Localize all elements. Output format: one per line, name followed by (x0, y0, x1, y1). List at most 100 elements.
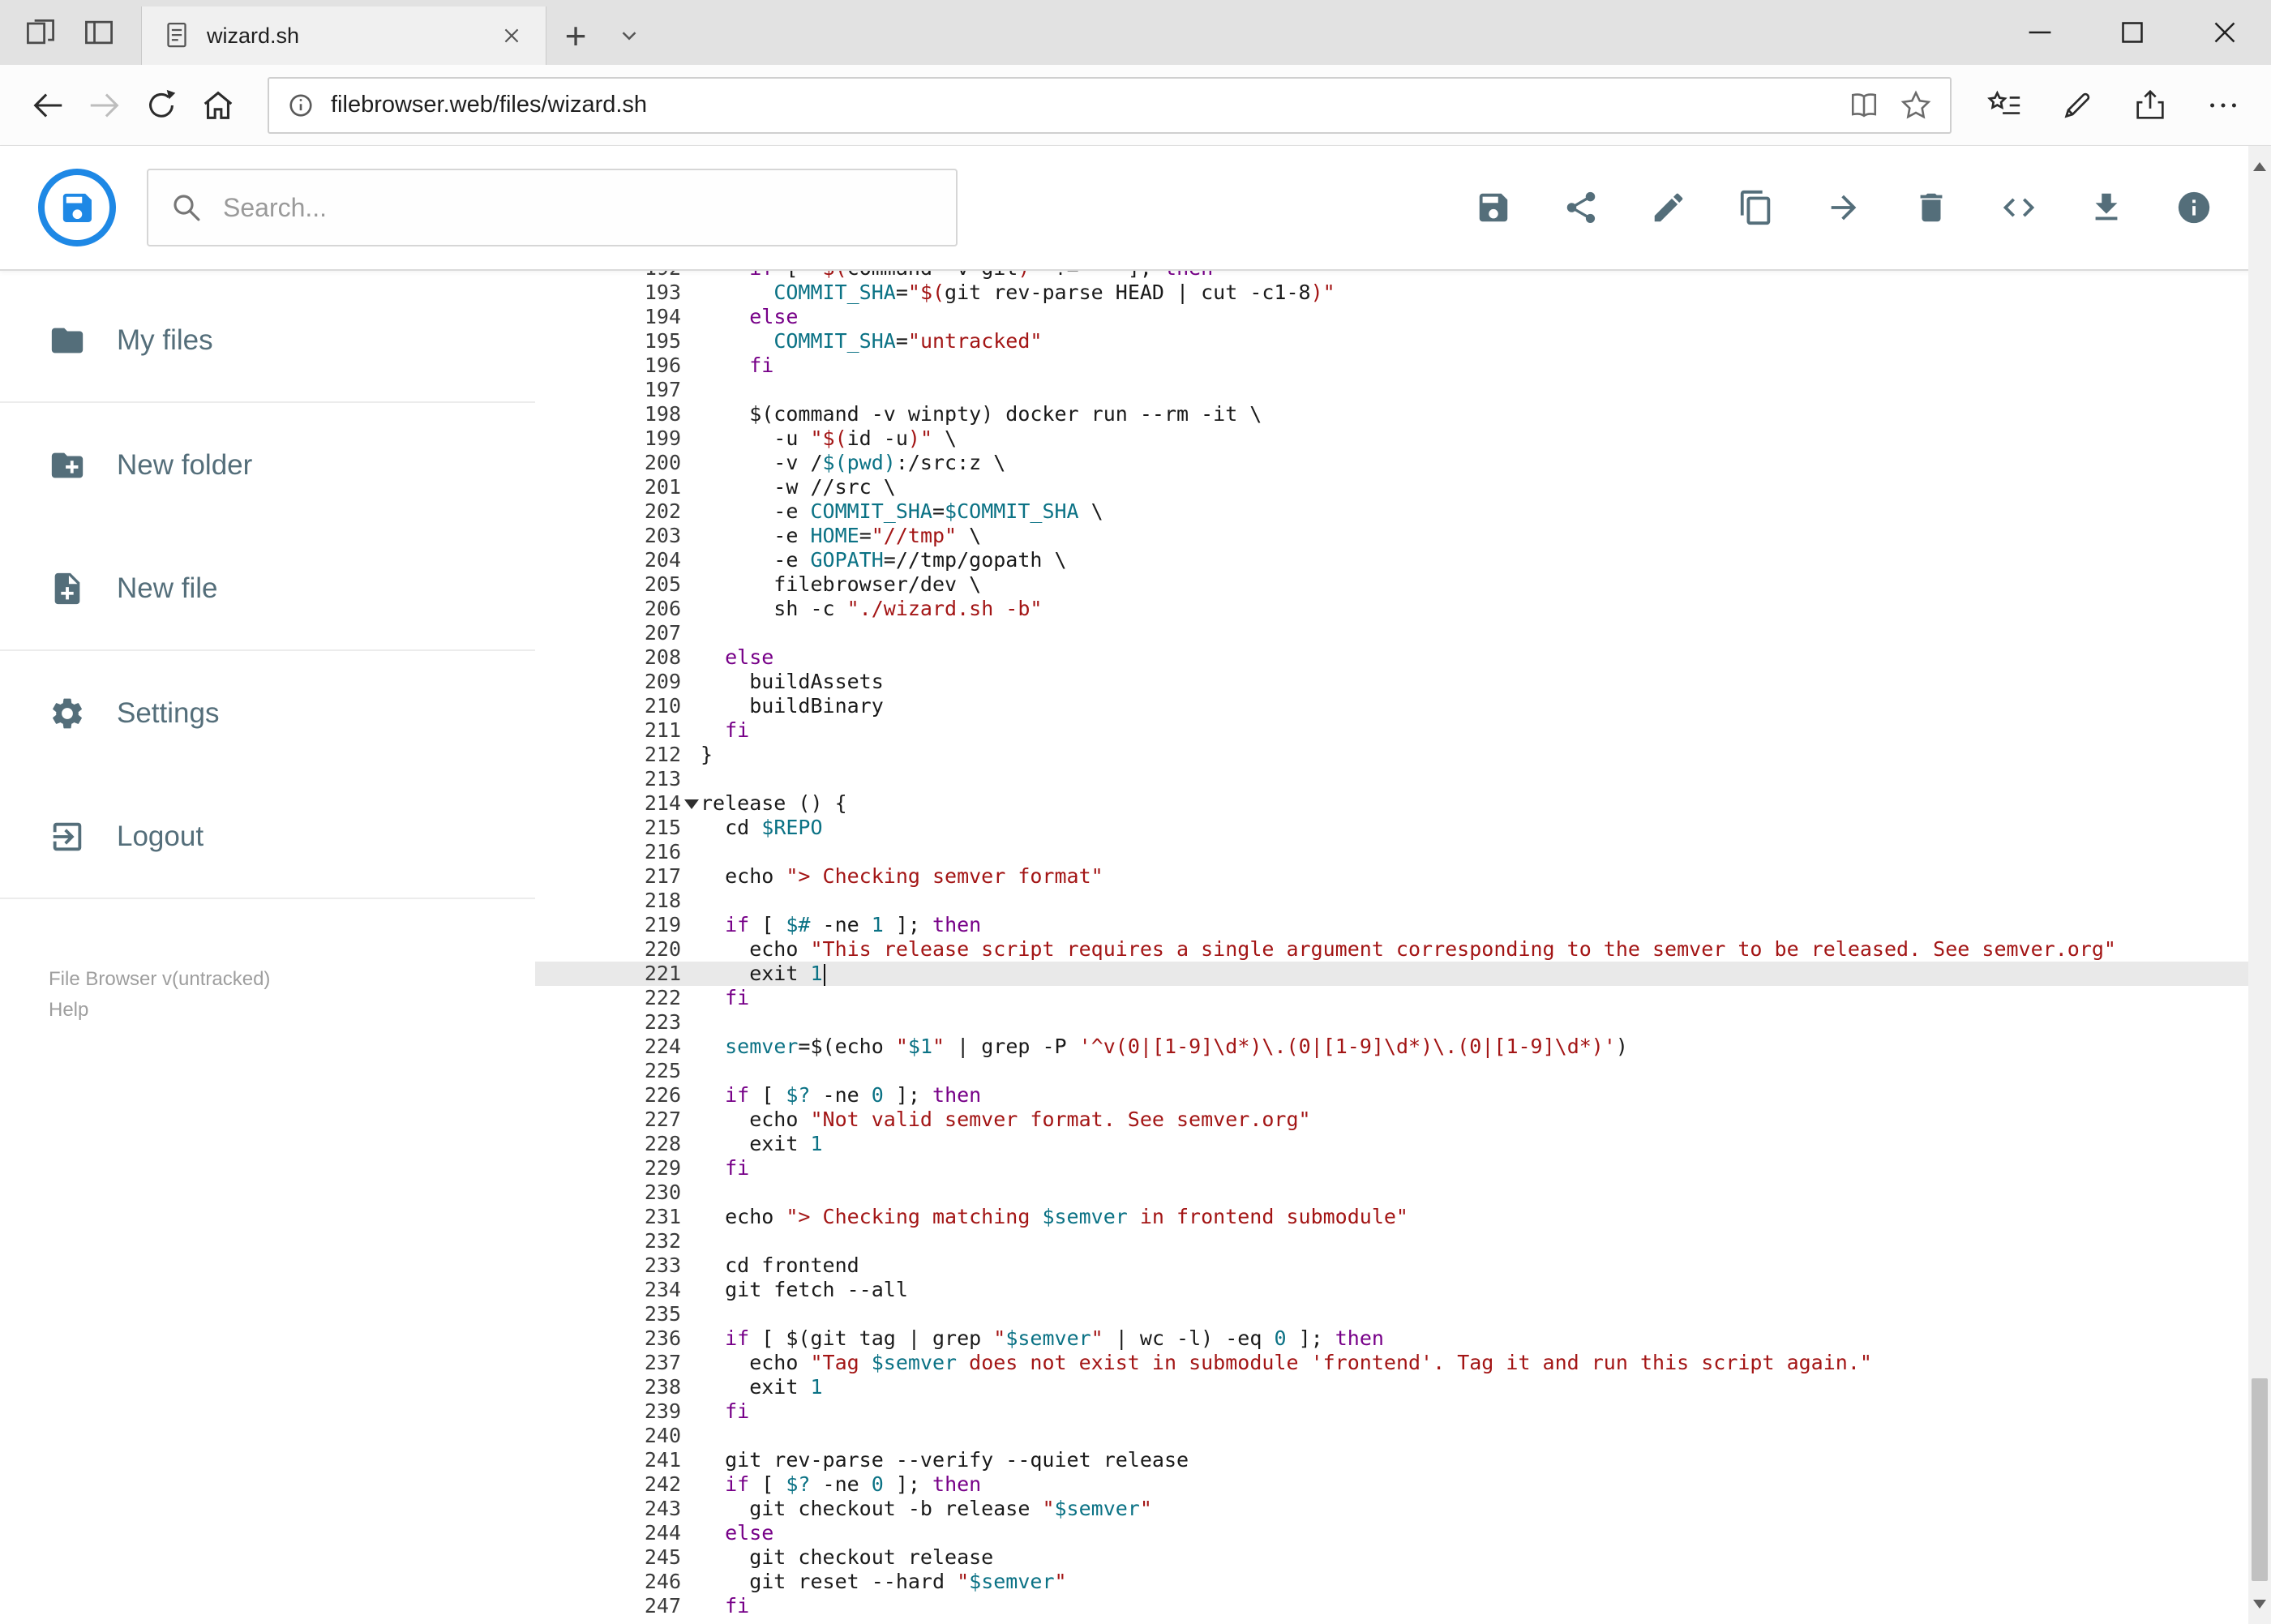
code-line-234[interactable]: 234 git fetch --all (535, 1278, 2271, 1302)
code-line-227[interactable]: 227 echo "Not valid semver format. See s… (535, 1108, 2271, 1132)
search-input[interactable] (221, 191, 935, 224)
scroll-down-icon[interactable] (2248, 1583, 2271, 1624)
code-line-219[interactable]: 219 if [ $# -ne 1 ]; then (535, 913, 2271, 937)
address-bar[interactable]: filebrowser.web/files/wizard.sh (268, 76, 1952, 134)
scrollbar-thumb[interactable] (2252, 1378, 2268, 1581)
code-line-200[interactable]: 200 -v /$(pwd):/src:z \ (535, 451, 2271, 475)
code-line-237[interactable]: 237 echo "Tag $semver does not exist in … (535, 1351, 2271, 1375)
sidebar-item-new-folder[interactable]: New folder (0, 403, 535, 527)
code-line-207[interactable]: 207 (535, 621, 2271, 645)
code-line-201[interactable]: 201 -w //src \ (535, 475, 2271, 499)
code-line-233[interactable]: 233 cd frontend (535, 1253, 2271, 1278)
tab-preview-icon[interactable] (76, 10, 122, 55)
code-line-232[interactable]: 232 (535, 1229, 2271, 1253)
code-line-230[interactable]: 230 (535, 1181, 2271, 1205)
code-line-245[interactable]: 245 git checkout release (535, 1545, 2271, 1570)
code-line-244[interactable]: 244 else (535, 1521, 2271, 1545)
code-line-246[interactable]: 246 git reset --hard "$semver" (535, 1570, 2271, 1594)
code-line-221[interactable]: 221 exit 1 (535, 962, 2271, 986)
favorite-star-icon[interactable] (1896, 86, 1935, 125)
code-line-240[interactable]: 240 (535, 1424, 2271, 1448)
minimize-button[interactable] (1994, 0, 2086, 65)
hub-favorites-icon[interactable] (1976, 77, 2033, 134)
tab-preview-chevron-icon[interactable] (605, 6, 653, 65)
refresh-icon[interactable] (133, 77, 190, 134)
code-line-235[interactable]: 235 (535, 1302, 2271, 1326)
reading-view-icon[interactable] (1845, 86, 1883, 125)
code-line-222[interactable]: 222 fi (535, 986, 2271, 1010)
copy-icon[interactable] (1738, 189, 1775, 226)
code-line-213[interactable]: 213 (535, 767, 2271, 791)
code-line-239[interactable]: 239 fi (535, 1399, 2271, 1424)
sidebar-item-settings[interactable]: Settings (0, 651, 535, 775)
sidebar-item-new-file[interactable]: New file (0, 527, 535, 651)
code-line-193[interactable]: 193 COMMIT_SHA="$(git rev-parse HEAD | c… (535, 281, 2271, 305)
code-line-224[interactable]: 224 semver=$(echo "$1" | grep -P '^v(0|[… (535, 1035, 2271, 1059)
code-editor-icon[interactable] (2000, 189, 2037, 226)
download-icon[interactable] (2088, 189, 2125, 226)
edit-pencil-icon[interactable] (1650, 189, 1687, 226)
move-arrow-icon[interactable] (1825, 189, 1862, 226)
code-line-243[interactable]: 243 git checkout -b release "$semver" (535, 1497, 2271, 1521)
code-line-242[interactable]: 242 if [ $? -ne 0 ]; then (535, 1472, 2271, 1497)
sidebar-item-logout[interactable]: Logout (0, 775, 535, 899)
code-line-202[interactable]: 202 -e COMMIT_SHA=$COMMIT_SHA \ (535, 499, 2271, 524)
filebrowser-logo[interactable] (36, 167, 118, 248)
code-line-198[interactable]: 198 $(command -v winpty) docker run --rm… (535, 402, 2271, 426)
code-line-229[interactable]: 229 fi (535, 1156, 2271, 1181)
code-line-197[interactable]: 197 (535, 378, 2271, 402)
code-line-215[interactable]: 215 cd $REPO (535, 816, 2271, 840)
code-line-223[interactable]: 223 (535, 1010, 2271, 1035)
save-icon[interactable] (1475, 189, 1512, 226)
info-icon[interactable] (2175, 189, 2213, 226)
close-button[interactable] (2179, 0, 2271, 65)
code-line-214[interactable]: 214 release () { (535, 791, 2271, 816)
tabs-aside-icon[interactable] (18, 10, 63, 55)
home-icon[interactable] (190, 77, 246, 134)
code-line-199[interactable]: 199 -u "$(id -u)" \ (535, 426, 2271, 451)
maximize-button[interactable] (2086, 0, 2179, 65)
code-line-241[interactable]: 241 git rev-parse --verify --quiet relea… (535, 1448, 2271, 1472)
code-editor[interactable]: 192 if [ "$(command -v git)" != "" ]; th… (535, 271, 2271, 1624)
code-line-204[interactable]: 204 -e GOPATH=//tmp/gopath \ (535, 548, 2271, 572)
code-line-225[interactable]: 225 (535, 1059, 2271, 1083)
share-icon[interactable] (2122, 77, 2179, 134)
code-line-247[interactable]: 247 fi (535, 1594, 2271, 1618)
sidebar-item-my-files[interactable]: My files (0, 279, 535, 403)
code-line-195[interactable]: 195 COMMIT_SHA="untracked" (535, 329, 2271, 354)
code-line-236[interactable]: 236 if [ $(git tag | grep "$semver" | wc… (535, 1326, 2271, 1351)
code-line-238[interactable]: 238 exit 1 (535, 1375, 2271, 1399)
web-note-pen-icon[interactable] (2049, 77, 2106, 134)
page-scrollbar[interactable] (2248, 146, 2271, 1624)
code-line-216[interactable]: 216 (535, 840, 2271, 864)
code-line-217[interactable]: 217 echo "> Checking semver format" (535, 864, 2271, 889)
share-file-icon[interactable] (1562, 189, 1600, 226)
code-line-212[interactable]: 212} (535, 743, 2271, 767)
code-line-226[interactable]: 226 if [ $? -ne 0 ]; then (535, 1083, 2271, 1108)
code-line-203[interactable]: 203 -e HOME="//tmp" \ (535, 524, 2271, 548)
code-line-218[interactable]: 218 (535, 889, 2271, 913)
more-menu-icon[interactable] (2195, 77, 2252, 134)
new-tab-button[interactable]: + (546, 6, 605, 65)
delete-trash-icon[interactable] (1913, 189, 1950, 226)
code-line-209[interactable]: 209 buildAssets (535, 670, 2271, 694)
code-line-205[interactable]: 205 filebrowser/dev \ (535, 572, 2271, 597)
code-line-228[interactable]: 228 exit 1 (535, 1132, 2271, 1156)
tab-close-icon[interactable] (495, 19, 528, 52)
forward-icon[interactable] (76, 77, 133, 134)
scroll-up-icon[interactable] (2248, 146, 2271, 186)
code-line-196[interactable]: 196 fi (535, 354, 2271, 378)
fold-arrow-icon[interactable] (684, 799, 699, 809)
code-line-192[interactable]: 192 if [ "$(command -v git)" != "" ]; th… (535, 271, 2271, 281)
site-info-icon[interactable] (284, 88, 318, 122)
back-icon[interactable] (19, 77, 76, 134)
code-line-220[interactable]: 220 echo "This release script requires a… (535, 937, 2271, 962)
code-line-194[interactable]: 194 else (535, 305, 2271, 329)
browser-tab[interactable]: wizard.sh (141, 6, 546, 65)
help-link[interactable]: Help (49, 995, 88, 1026)
code-line-208[interactable]: 208 else (535, 645, 2271, 670)
code-line-211[interactable]: 211 fi (535, 718, 2271, 743)
code-line-210[interactable]: 210 buildBinary (535, 694, 2271, 718)
code-line-231[interactable]: 231 echo "> Checking matching $semver in… (535, 1205, 2271, 1229)
code-line-206[interactable]: 206 sh -c "./wizard.sh -b" (535, 597, 2271, 621)
